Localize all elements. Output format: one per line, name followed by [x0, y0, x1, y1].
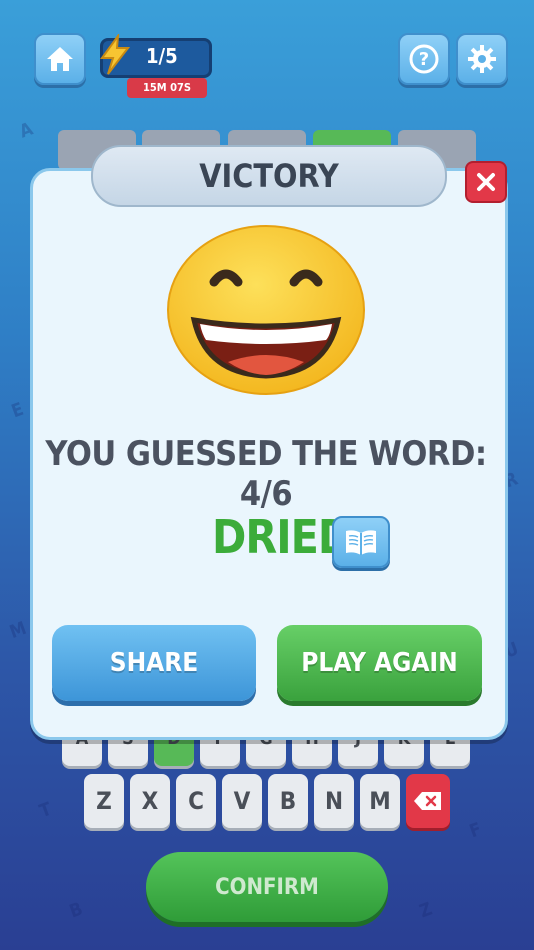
key[interactable]: J — [338, 736, 378, 766]
key[interactable]: Z — [84, 774, 124, 828]
play-again-button[interactable]: PLAY AGAIN — [277, 625, 482, 701]
key[interactable]: H — [292, 736, 332, 766]
home-button[interactable] — [34, 33, 86, 85]
key[interactable]: D — [154, 736, 194, 766]
help-button[interactable]: ? — [398, 33, 450, 85]
question-icon: ? — [409, 44, 439, 74]
lightning-icon — [100, 34, 131, 75]
home-icon — [47, 47, 73, 71]
key[interactable]: L — [430, 736, 470, 766]
dictionary-button[interactable] — [332, 516, 390, 568]
share-button[interactable]: SHARE — [52, 625, 256, 701]
key[interactable]: N — [314, 774, 354, 828]
close-icon — [477, 173, 495, 191]
key[interactable]: F — [200, 736, 240, 766]
key[interactable]: X — [130, 774, 170, 828]
key[interactable]: A — [62, 736, 102, 766]
backspace-icon — [414, 792, 441, 810]
grinning-face-icon — [167, 225, 365, 395]
gear-icon — [468, 45, 496, 73]
confirm-button[interactable]: CONFIRM — [146, 852, 388, 922]
key[interactable]: V — [222, 774, 262, 828]
key[interactable]: B — [268, 774, 308, 828]
key[interactable]: C — [176, 774, 216, 828]
key[interactable]: M — [360, 774, 400, 828]
key[interactable]: K — [384, 736, 424, 766]
dialog-title: VICTORY — [91, 145, 447, 207]
close-button[interactable] — [465, 161, 507, 203]
key[interactable]: S — [108, 736, 148, 766]
solution-word: DRIED — [212, 510, 352, 564]
result-text: YOU GUESSED THE WORD: 4/6 — [45, 434, 487, 514]
book-icon — [346, 530, 376, 555]
settings-button[interactable] — [456, 33, 508, 85]
backspace-key[interactable] — [406, 774, 450, 828]
key[interactable]: G — [246, 736, 286, 766]
energy-count: 1/5 — [146, 44, 178, 68]
svg-text:?: ? — [419, 49, 429, 70]
energy-timer: 15M 07S — [127, 78, 207, 98]
